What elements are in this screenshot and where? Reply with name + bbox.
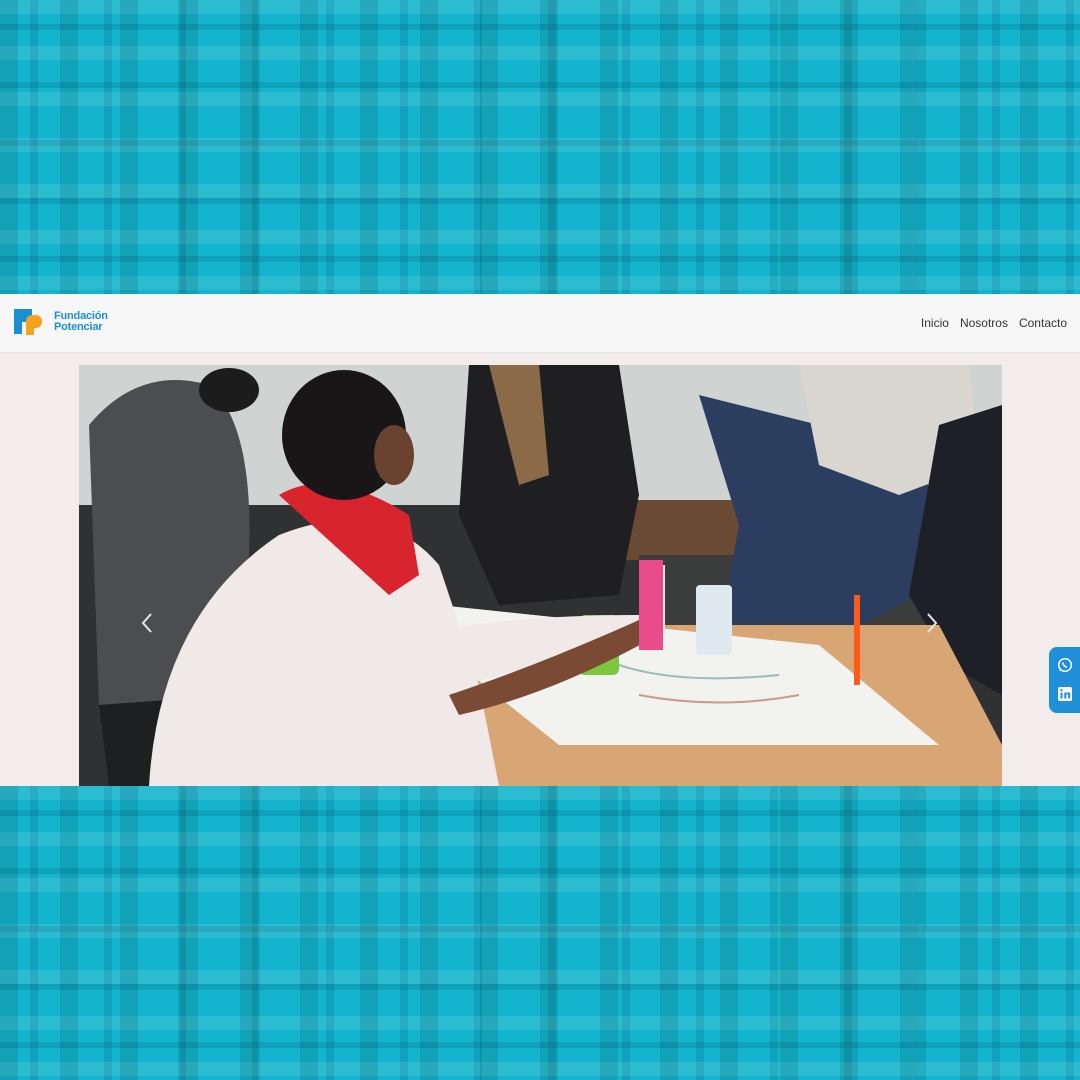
nav-link-nosotros[interactable]: Nosotros: [960, 316, 1008, 330]
hero-photo: [79, 365, 1002, 786]
chevron-left-icon: [141, 613, 152, 633]
carousel-prev-button[interactable]: [135, 608, 159, 638]
nav-link-contacto[interactable]: Contacto: [1019, 316, 1067, 330]
social-floating-bar: [1049, 647, 1080, 713]
nav-link-inicio[interactable]: Inicio: [921, 316, 949, 330]
logo-mark-icon: [14, 309, 42, 335]
teal-blocks-background-bottom: [0, 786, 1080, 1080]
logo[interactable]: Fundación Potenciar: [14, 307, 108, 337]
logo-text: Fundación Potenciar: [54, 311, 108, 333]
teal-blocks-background-top: [0, 0, 1080, 294]
logo-line-2: Potenciar: [54, 321, 103, 333]
nav-links: Inicio Nosotros Contacto: [921, 316, 1067, 330]
linkedin-icon[interactable]: [1057, 686, 1073, 702]
website-frame: Fundación Potenciar Inicio Nosotros Cont…: [0, 294, 1080, 786]
carousel-next-button[interactable]: [920, 608, 944, 638]
navbar: Fundación Potenciar Inicio Nosotros Cont…: [0, 294, 1080, 353]
chevron-right-icon: [927, 613, 938, 633]
hero-carousel: [79, 365, 1002, 786]
whatsapp-icon[interactable]: [1057, 657, 1073, 673]
